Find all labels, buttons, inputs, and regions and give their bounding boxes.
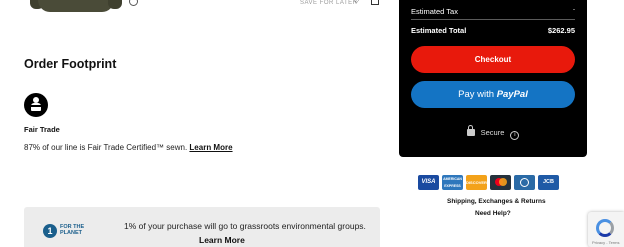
shipping-exchanges-returns-link[interactable]: Shipping, Exchanges & Returns (447, 198, 546, 205)
info-icon[interactable]: i (510, 131, 520, 140)
payment-methods: VISA AMERICAN EXPRESS DISCOVER JCB (418, 175, 559, 190)
fair-trade-text: 87% of our line is Fair Trade Certified™… (24, 143, 188, 152)
trash-icon[interactable] (371, 0, 379, 5)
checkout-button[interactable]: Checkout (411, 46, 575, 73)
heart-icon[interactable]: ♡ (352, 0, 362, 6)
diners-club-icon (514, 175, 535, 190)
order-summary-panel: Estimated Tax - Estimated Total $262.95 … (399, 0, 587, 157)
estimated-tax-value: - (573, 7, 575, 13)
secure-checkout-note: Secure i (399, 125, 587, 140)
planet-learn-more-link[interactable]: Learn More (199, 235, 245, 245)
estimated-total-row: Estimated Total $262.95 (411, 26, 575, 35)
remove-icon[interactable] (129, 0, 138, 6)
fair-trade-label: Fair Trade (24, 125, 60, 134)
planet-logo-text: FOR THE PLANET (60, 224, 84, 236)
one-percent-planet-box: 1 FOR THE PLANET 1% of your purchase wil… (24, 207, 380, 247)
lock-icon (466, 125, 475, 136)
estimated-total-label: Estimated Total (411, 26, 467, 35)
planet-logo-line-2: PLANET (60, 230, 82, 236)
jacket-body (38, 0, 114, 12)
product-thumbnail[interactable] (30, 0, 130, 14)
jacket-sleeve-right (108, 0, 122, 9)
save-for-later-link[interactable]: SAVE FOR LATER (300, 0, 357, 6)
summary-divider (411, 19, 575, 20)
need-help-link[interactable]: Need Help? (475, 210, 511, 217)
discover-icon: DISCOVER (466, 175, 487, 190)
recaptcha-label: Privacy - Terms (592, 240, 620, 245)
estimated-total-value: $262.95 (547, 26, 575, 35)
fair-trade-description: 87% of our line is Fair Trade Certified™… (24, 143, 233, 152)
paypal-prefix: Pay with (458, 89, 495, 100)
visa-icon: VISA (418, 175, 439, 190)
fair-trade-icon (24, 93, 48, 117)
estimated-tax-row: Estimated Tax - (411, 7, 575, 16)
mastercard-icon (490, 175, 511, 190)
fair-trade-learn-more-link[interactable]: Learn More (189, 143, 232, 152)
estimated-tax-label: Estimated Tax (411, 7, 458, 16)
paypal-button[interactable]: Pay with PayPal (411, 81, 575, 108)
paypal-logo: PayPal (496, 89, 528, 100)
planet-logo-number: 1 (43, 224, 57, 238)
mastercard-circle-orange (499, 178, 507, 186)
planet-description: 1% of your purchase will go to grassroot… (124, 221, 366, 231)
fair-trade-icon-arm (31, 105, 41, 107)
secure-label: Secure (480, 128, 505, 137)
diners-club-ring (520, 178, 529, 187)
amex-icon: AMERICAN EXPRESS (442, 175, 463, 190)
one-percent-planet-logo: 1 FOR THE PLANET (43, 224, 95, 242)
jcb-icon: JCB (538, 175, 559, 190)
recaptcha-badge[interactable]: Privacy - Terms (588, 212, 624, 247)
order-footprint-heading: Order Footprint (24, 57, 117, 71)
recaptcha-icon (596, 219, 614, 237)
